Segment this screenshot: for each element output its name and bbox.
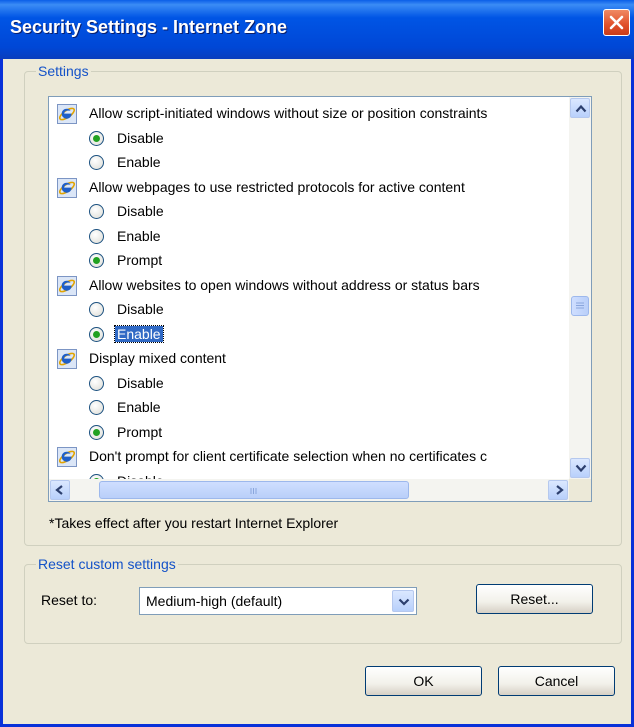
vertical-scroll-thumb[interactable]	[571, 296, 589, 316]
reset-group-label: Reset custom settings	[36, 556, 178, 572]
radio-button[interactable]	[89, 130, 104, 146]
ie-icon	[57, 104, 77, 124]
chevron-down-icon	[575, 464, 587, 473]
setting-option-label[interactable]: Disable	[117, 130, 164, 146]
ie-icon	[57, 177, 77, 198]
radio-button[interactable]	[89, 302, 104, 317]
setting-heading: Allow websites to open windows without a…	[49, 274, 569, 298]
radio-button[interactable]	[89, 424, 104, 440]
setting-heading: Display mixed content	[49, 347, 569, 371]
vertical-scrollbar[interactable]	[569, 97, 591, 479]
setting-option[interactable]: Disable	[49, 298, 569, 322]
setting-option[interactable]: Enable	[49, 225, 569, 249]
close-button[interactable]	[603, 9, 630, 36]
setting-option-label[interactable]: Enable	[117, 154, 161, 170]
setting-option[interactable]: Disable	[49, 470, 569, 479]
setting-option[interactable]: Disable	[49, 127, 569, 151]
chevron-down-icon	[398, 598, 410, 606]
setting-option-label[interactable]: Prompt	[117, 252, 162, 268]
setting-option[interactable]: Disable	[49, 200, 569, 224]
setting-option-label[interactable]: Enable	[117, 399, 161, 415]
security-settings-window: Security Settings - Internet Zone Settin…	[0, 0, 634, 727]
setting-option[interactable]: Prompt	[49, 249, 569, 273]
settings-list[interactable]: Allow script-initiated windows without s…	[48, 96, 592, 502]
setting-heading: Don't prompt for client certificate sele…	[49, 445, 569, 469]
settings-rows: Allow script-initiated windows without s…	[49, 97, 569, 479]
setting-option-label[interactable]: Disable	[117, 301, 164, 317]
setting-heading-label: Display mixed content	[89, 350, 226, 366]
window-title: Security Settings - Internet Zone	[10, 17, 288, 37]
horizontal-scrollbar[interactable]	[49, 479, 569, 501]
scroll-left-button[interactable]	[50, 480, 70, 500]
reset-to-select[interactable]: Medium-high (default)	[139, 587, 417, 615]
settings-group-label: Settings	[36, 63, 91, 79]
reset-button[interactable]: Reset...	[476, 584, 593, 614]
setting-heading-label: Don't prompt for client certificate sele…	[89, 448, 487, 464]
setting-option-label[interactable]: Enable	[114, 324, 164, 343]
scroll-down-button[interactable]	[570, 458, 590, 478]
grip-icon	[576, 302, 584, 309]
setting-option[interactable]: Disable	[49, 372, 569, 396]
ie-icon	[57, 349, 77, 369]
radio-button[interactable]	[89, 375, 104, 391]
setting-heading: Allow webpages to use restricted protoco…	[49, 176, 569, 200]
reset-to-label: Reset to:	[41, 592, 98, 608]
setting-option[interactable]: Enable	[49, 323, 569, 347]
chevron-up-icon	[575, 104, 587, 113]
radio-button[interactable]	[89, 326, 104, 342]
setting-option[interactable]: Enable	[49, 151, 569, 175]
chevron-right-icon	[556, 485, 564, 495]
ok-button[interactable]: OK	[365, 666, 482, 696]
title-bar[interactable]: Security Settings - Internet Zone	[0, 0, 634, 59]
setting-heading-label: Allow script-initiated windows without s…	[89, 105, 488, 121]
ie-icon	[57, 275, 77, 296]
setting-option-label[interactable]: Disable	[117, 375, 164, 391]
setting-heading-label: Allow webpages to use restricted protoco…	[89, 178, 465, 195]
radio-button[interactable]	[89, 204, 104, 219]
radio-button[interactable]	[89, 400, 104, 415]
reset-to-dropdown-button[interactable]	[392, 590, 414, 612]
reset-to-value: Medium-high (default)	[146, 593, 283, 609]
radio-button[interactable]	[89, 253, 104, 268]
chevron-left-icon	[55, 485, 63, 495]
cancel-button[interactable]: Cancel	[498, 666, 615, 696]
ie-icon	[57, 447, 77, 467]
scroll-right-button[interactable]	[548, 480, 568, 500]
radio-button[interactable]	[89, 155, 104, 170]
radio-button[interactable]	[89, 228, 104, 244]
restart-note: *Takes effect after you restart Internet…	[49, 515, 339, 531]
scroll-up-button[interactable]	[570, 98, 590, 118]
setting-heading: Allow script-initiated windows without s…	[49, 102, 569, 126]
setting-option-label[interactable]: Enable	[117, 228, 161, 244]
grip-icon	[250, 488, 257, 494]
setting-option-label[interactable]: Prompt	[117, 424, 162, 440]
setting-option-label[interactable]: Disable	[117, 203, 164, 219]
setting-option[interactable]: Prompt	[49, 421, 569, 445]
scrollbar-corner	[569, 479, 591, 501]
setting-option[interactable]: Enable	[49, 396, 569, 420]
setting-heading-label: Allow websites to open windows without a…	[89, 276, 480, 293]
horizontal-scroll-thumb[interactable]	[99, 481, 409, 499]
close-icon	[609, 15, 624, 30]
